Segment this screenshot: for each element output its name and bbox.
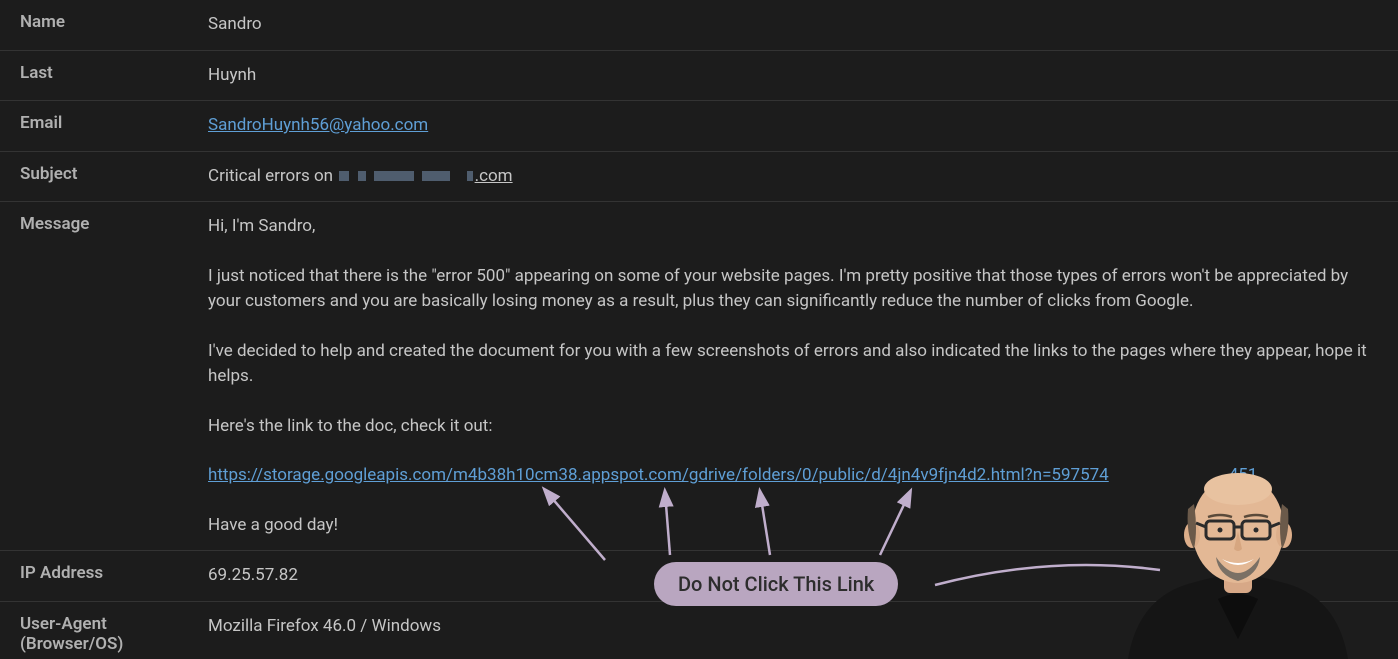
presenter-avatar [1108,449,1368,659]
annotation-overlay: Do Not Click This Link [0,0,1398,659]
warning-bubble-text: Do Not Click This Link [678,572,874,596]
warning-bubble: Do Not Click This Link [654,562,898,606]
